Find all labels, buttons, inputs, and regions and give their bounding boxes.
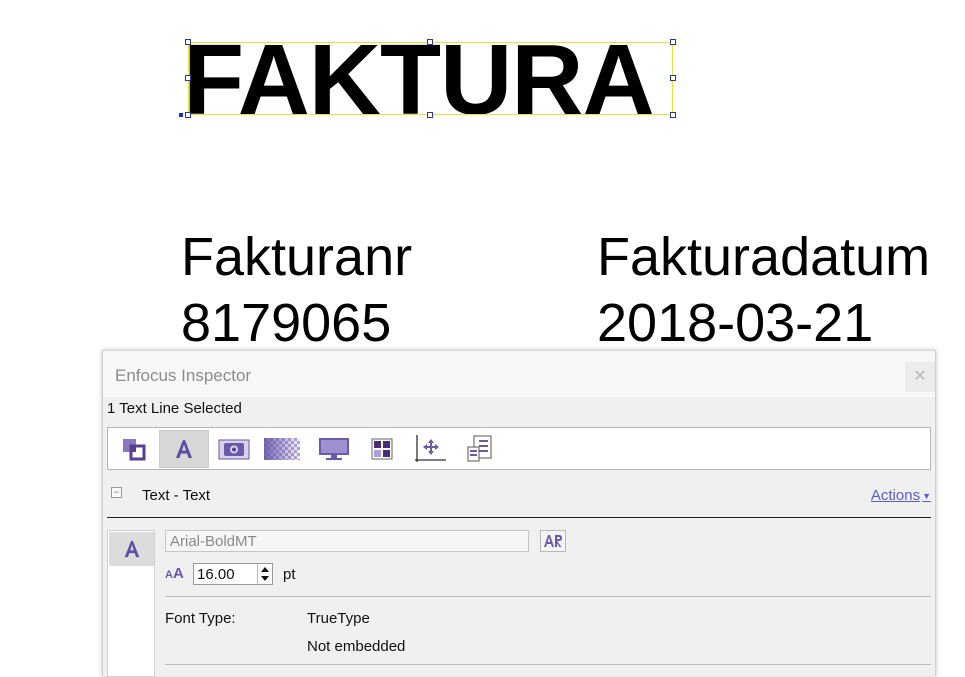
tab-object[interactable] <box>112 430 156 468</box>
stepper-arrows[interactable] <box>257 564 272 584</box>
text-selection-box[interactable] <box>188 42 673 115</box>
section-title: Text - Text <box>142 487 211 504</box>
text-properties: Arial-BoldMT AA 16.00 pt Font Type: True… <box>163 528 933 677</box>
font-size-icon: AA <box>165 565 184 582</box>
divider <box>165 596 931 597</box>
display-monitor-icon <box>319 438 349 460</box>
close-button[interactable]: ✕ <box>905 362 935 392</box>
divider <box>165 664 931 665</box>
selection-handle-top-left[interactable] <box>185 39 191 45</box>
actions-menu[interactable]: Actions ▼ <box>871 487 931 504</box>
position-move-icon <box>415 435 446 462</box>
selection-handle-middle-right[interactable] <box>670 75 676 81</box>
text-icon <box>124 540 139 558</box>
selection-handle-top-right[interactable] <box>670 39 676 45</box>
layout-grid-icon <box>371 438 393 460</box>
chevron-down-icon: ▼ <box>922 491 931 502</box>
transparency-icon <box>264 438 300 460</box>
invoice-number-value: 8179065 <box>181 293 392 353</box>
selection-handle-bottom-right[interactable] <box>670 112 676 118</box>
font-type-label: Font Type: <box>165 610 236 627</box>
image-camera-icon <box>218 439 250 460</box>
tab-text[interactable] <box>159 430 209 468</box>
font-type-value: TrueType <box>307 610 370 627</box>
embedding-status: Not embedded <box>307 638 406 655</box>
invoice-number-label: Fakturanr <box>181 227 413 287</box>
font-select-icon <box>544 535 562 547</box>
font-size-unit: pt <box>283 566 296 583</box>
font-size-stepper[interactable]: 16.00 <box>193 563 273 585</box>
object-arrange-icon <box>123 439 146 461</box>
font-name-field[interactable]: Arial-BoldMT <box>165 530 529 552</box>
text-subtab-column <box>107 530 155 677</box>
enfocus-inspector-panel: Enfocus Inspector ✕ 1 Text Line Selected <box>102 350 936 677</box>
tab-transparency[interactable] <box>260 430 304 468</box>
selection-status: 1 Text Line Selected <box>107 400 242 417</box>
subtab-text[interactable] <box>109 532 154 566</box>
font-size-value[interactable]: 16.00 <box>197 566 235 583</box>
selection-handle-bottom-middle[interactable] <box>427 112 433 118</box>
tab-display[interactable] <box>312 430 356 468</box>
invoice-date-value: 2018-03-21 <box>597 293 874 353</box>
increment-arrow-icon[interactable] <box>261 567 269 572</box>
text-icon <box>176 440 192 458</box>
tab-image[interactable] <box>212 430 256 468</box>
decrement-arrow-icon[interactable] <box>261 576 269 581</box>
font-picker-button[interactable] <box>540 530 566 552</box>
tab-document-info[interactable] <box>458 430 502 468</box>
inspector-title: Enfocus Inspector <box>115 366 252 385</box>
selection-handle-bottom-left[interactable] <box>185 112 191 118</box>
tab-position[interactable] <box>408 430 452 468</box>
invoice-date-label: Fakturadatum <box>597 227 931 287</box>
text-baseline-anchor[interactable] <box>179 113 183 117</box>
selection-handle-top-middle[interactable] <box>427 39 433 45</box>
selection-handle-middle-left[interactable] <box>185 75 191 81</box>
collapse-icon[interactable]: − <box>111 487 122 498</box>
tab-layout[interactable] <box>360 430 404 468</box>
inspector-toolbar <box>107 427 931 470</box>
actions-label: Actions <box>870 487 921 504</box>
inspector-titlebar[interactable]: Enfocus Inspector ✕ <box>103 351 935 397</box>
document-info-icon <box>467 435 492 462</box>
text-section-header: − Text - Text Actions ▼ <box>107 477 931 518</box>
